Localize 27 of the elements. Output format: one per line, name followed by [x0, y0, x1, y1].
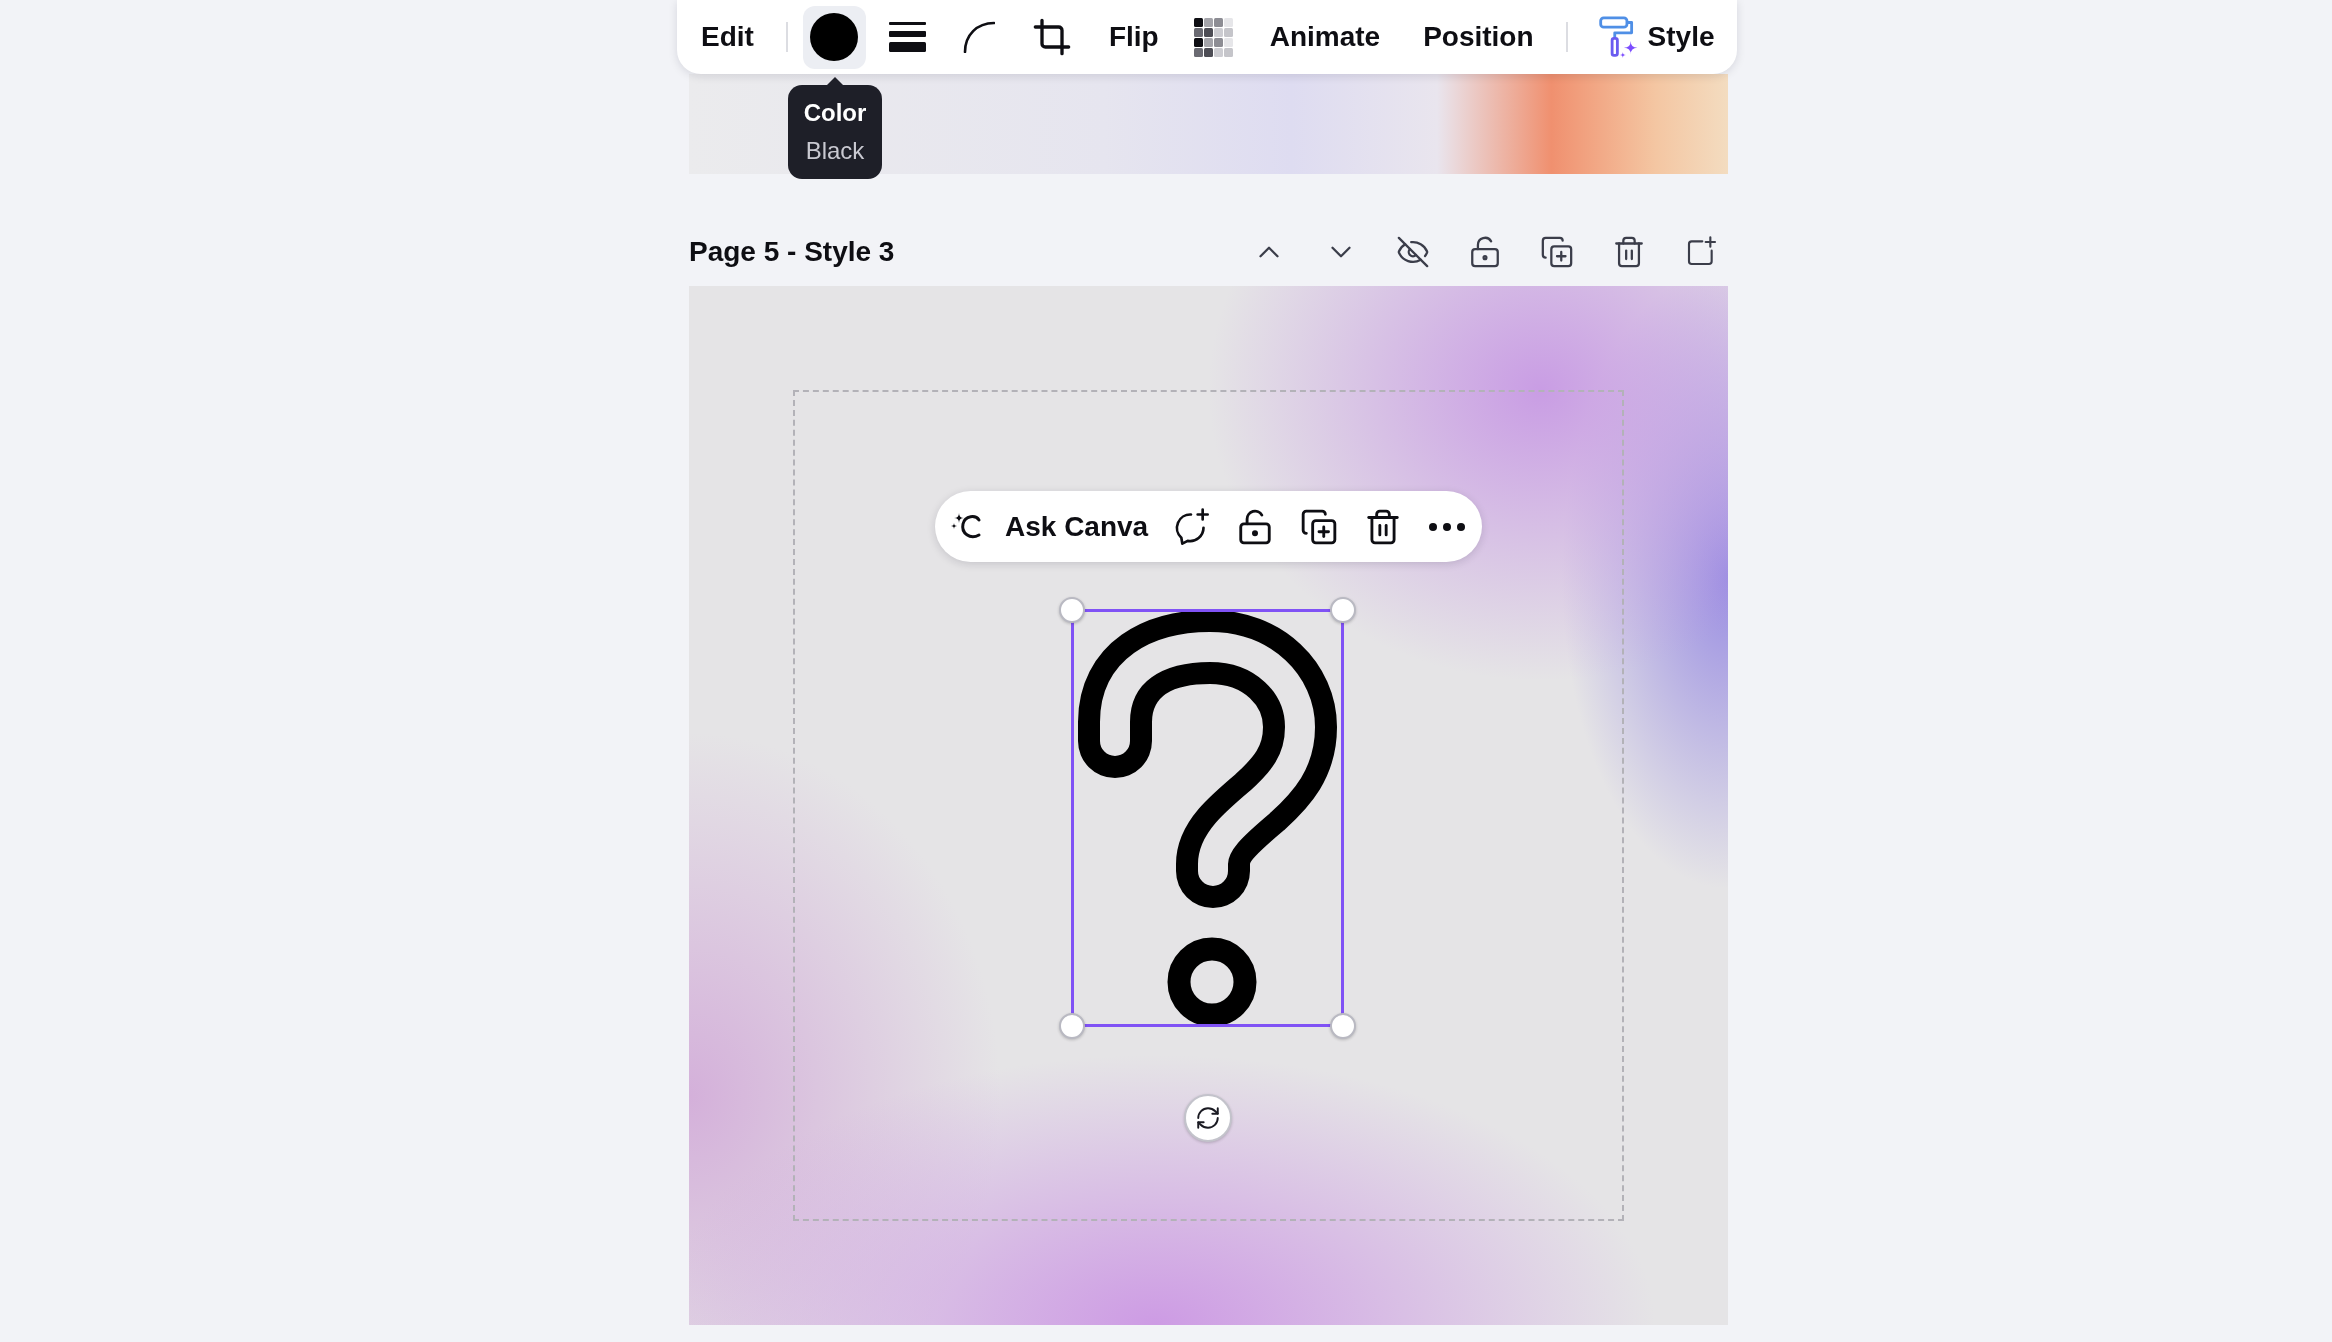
- resize-handle[interactable]: [1059, 597, 1085, 623]
- animate-button[interactable]: Animate: [1261, 9, 1389, 65]
- resize-handle[interactable]: [1330, 1013, 1356, 1039]
- transparency-icon: [1193, 17, 1233, 57]
- unlock-icon: [1468, 235, 1502, 269]
- add-page-icon: [1685, 236, 1717, 268]
- ask-canva-button[interactable]: Ask Canva: [943, 498, 1156, 555]
- duplicate-icon: [1540, 235, 1574, 269]
- rotate-handle[interactable]: [1184, 1094, 1232, 1142]
- eye-off-icon: [1396, 235, 1430, 269]
- edit-button[interactable]: Edit: [693, 9, 762, 65]
- flip-button[interactable]: Flip: [1100, 9, 1167, 65]
- trash-icon: [1612, 235, 1646, 269]
- style-button[interactable]: Style: [1587, 9, 1723, 65]
- tooltip-value: Black: [805, 137, 865, 165]
- more-icon: [1429, 522, 1466, 531]
- color-button[interactable]: [802, 5, 866, 69]
- crop-icon: [1031, 17, 1072, 57]
- stroke-weight-icon: [888, 22, 926, 52]
- duplicate-icon: [1300, 507, 1339, 546]
- corner-curve-icon: [962, 21, 995, 53]
- resize-handle[interactable]: [1059, 1013, 1085, 1039]
- resize-handle[interactable]: [1330, 597, 1356, 623]
- tooltip-title: Color: [803, 99, 867, 127]
- position-button[interactable]: Position: [1415, 9, 1542, 65]
- page-title: Page 5 - Style 3: [689, 235, 895, 269]
- rotate-icon: [1195, 1105, 1221, 1131]
